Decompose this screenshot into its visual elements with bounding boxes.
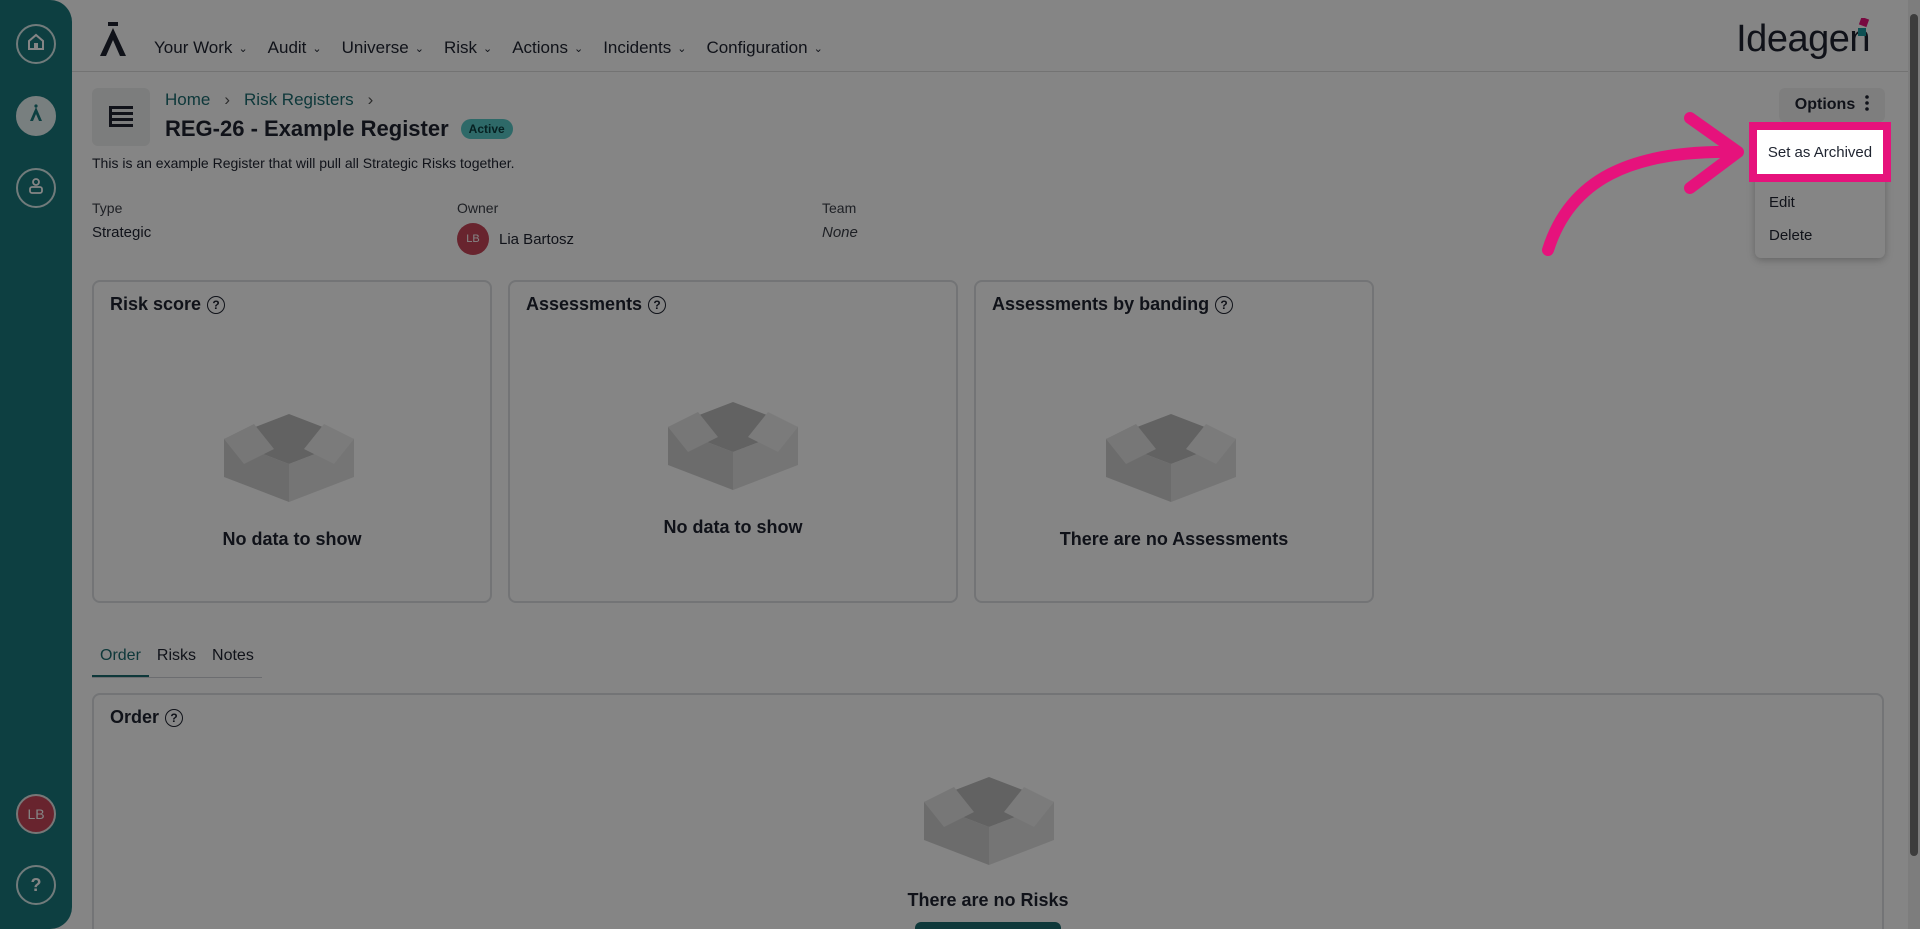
chevron-down-icon: ⌄ — [414, 42, 424, 55]
register-icon — [92, 88, 150, 146]
card-title: Assessments by banding? — [992, 294, 1234, 315]
nav-label: Configuration — [706, 38, 808, 57]
help-icon[interactable]: ? — [165, 708, 184, 727]
nav-actions[interactable]: Actions ⌄ — [512, 38, 583, 58]
home-icon — [26, 32, 46, 57]
nav-label: Audit — [267, 38, 307, 57]
nav-audit[interactable]: Audit ⌄ — [268, 38, 322, 58]
owner-label: Owner — [457, 200, 499, 216]
breadcrumb: Home › Risk Registers › — [165, 90, 373, 110]
annotation-arrow-icon — [1530, 100, 1750, 265]
empty-message: There are no Assessments — [1059, 529, 1289, 549]
menu-item-set-as-archived[interactable]: Set as Archived — [1749, 122, 1891, 182]
top-navigation: Your Work ⌄ Audit ⌄ Universe ⌄ Risk ⌄ Action… — [72, 0, 1910, 72]
people-button[interactable] — [16, 168, 56, 208]
type-value: Strategic — [92, 224, 152, 241]
help-icon[interactable]: ? — [648, 295, 667, 314]
help-button[interactable]: ? — [16, 865, 56, 905]
card-title-text: Order — [110, 707, 160, 727]
chevron-down-icon: ⌄ — [677, 42, 687, 55]
breadcrumb-home[interactable]: Home — [165, 90, 210, 110]
nav-label: Universe — [341, 38, 409, 57]
empty-message: No data to show — [222, 529, 362, 549]
tab-notes[interactable]: Notes — [204, 645, 262, 677]
assessments-card: Assessments? No data to show — [508, 280, 958, 603]
chevron-down-icon: ⌄ — [312, 42, 322, 55]
owner-value: LB Lia Bartosz — [457, 223, 574, 255]
page-scrollbar[interactable] — [1908, 0, 1920, 929]
nav-universe[interactable]: Universe ⌄ — [342, 38, 424, 58]
nav-label: Risk — [443, 38, 477, 57]
nav-label: Incidents — [603, 38, 672, 57]
card-title-text: Assessments — [526, 294, 643, 314]
card-title-text: Risk score — [110, 294, 202, 314]
card-title: Assessments? — [526, 294, 667, 315]
nav-incidents[interactable]: Incidents ⌄ — [603, 38, 686, 58]
order-card: Order? There are no Risks — [92, 693, 1884, 929]
empty-box-icon — [214, 394, 364, 509]
team-label: Team — [822, 200, 857, 216]
risk-score-card: Risk score? No data to show — [92, 280, 492, 603]
chevron-down-icon: ⌄ — [238, 42, 248, 55]
options-label: Options — [1794, 96, 1856, 113]
type-label: Type — [92, 200, 123, 216]
home-button[interactable] — [16, 24, 56, 64]
chevron-down-icon: ⌄ — [573, 42, 584, 55]
menu-item-edit[interactable]: Edit — [1769, 194, 1795, 211]
help-icon[interactable]: ? — [1215, 295, 1234, 314]
breadcrumb-risk-registers[interactable]: Risk Registers — [244, 90, 354, 110]
empty-message: There are no Risks — [907, 890, 1069, 910]
register-tabs: Order Risks Notes — [92, 645, 262, 678]
empty-message: No data to show — [663, 517, 803, 537]
menu-item-delete[interactable]: Delete — [1769, 227, 1812, 244]
register-description: This is an example Register that will pu… — [92, 155, 515, 171]
assessments-by-banding-card: Assessments by banding? There are no Ass… — [974, 280, 1374, 603]
page-title: REG-26 - Example Register — [165, 116, 449, 141]
page-title-row: REG-26 - Example Register Active — [165, 116, 513, 142]
empty-box-icon — [1096, 394, 1246, 509]
owner-avatar: LB — [457, 223, 489, 255]
nav-label: Actions — [512, 38, 568, 57]
card-title-text: Assessments by banding — [992, 294, 1210, 314]
nav-label: Your Work — [154, 38, 233, 57]
nav-configuration[interactable]: Configuration ⌄ — [706, 38, 822, 58]
status-badge: Active — [460, 119, 513, 139]
nav-your-work[interactable]: Your Work ⌄ — [154, 38, 248, 58]
user-avatar[interactable]: LB — [16, 794, 56, 834]
sidebar: LB ? — [0, 0, 72, 929]
person-list-icon — [26, 176, 46, 201]
team-value: None — [822, 224, 858, 241]
kebab-menu-icon — [1865, 94, 1870, 116]
nav-risk[interactable]: Risk ⌄ — [444, 38, 492, 58]
help-icon[interactable]: ? — [207, 295, 226, 314]
empty-box-icon — [658, 382, 808, 497]
breadcrumb-separator: › — [367, 90, 374, 109]
breadcrumb-separator: › — [224, 90, 231, 109]
scrollbar-thumb[interactable] — [1910, 14, 1918, 856]
card-title: Risk score? — [110, 294, 226, 315]
owner-name: Lia Bartosz — [499, 230, 575, 248]
ideagen-logo-icon — [25, 103, 47, 130]
chevron-down-icon: ⌄ — [483, 42, 493, 55]
brand-mark-icon — [1856, 16, 1872, 45]
tab-risks[interactable]: Risks — [149, 645, 204, 677]
card-title: Order? — [110, 707, 184, 728]
add-risk-button[interactable] — [915, 922, 1061, 929]
tab-order[interactable]: Order — [92, 645, 149, 677]
app-logo-icon[interactable] — [94, 22, 132, 63]
main-nav: Your Work ⌄ Audit ⌄ Universe ⌄ Risk ⌄ Action… — [154, 38, 843, 58]
empty-box-icon — [914, 757, 1064, 872]
app-switcher-button[interactable] — [16, 96, 56, 136]
chevron-down-icon: ⌄ — [813, 42, 823, 55]
brand-logo: Ideagen — [1736, 18, 1870, 60]
options-button[interactable]: Options — [1779, 88, 1885, 122]
